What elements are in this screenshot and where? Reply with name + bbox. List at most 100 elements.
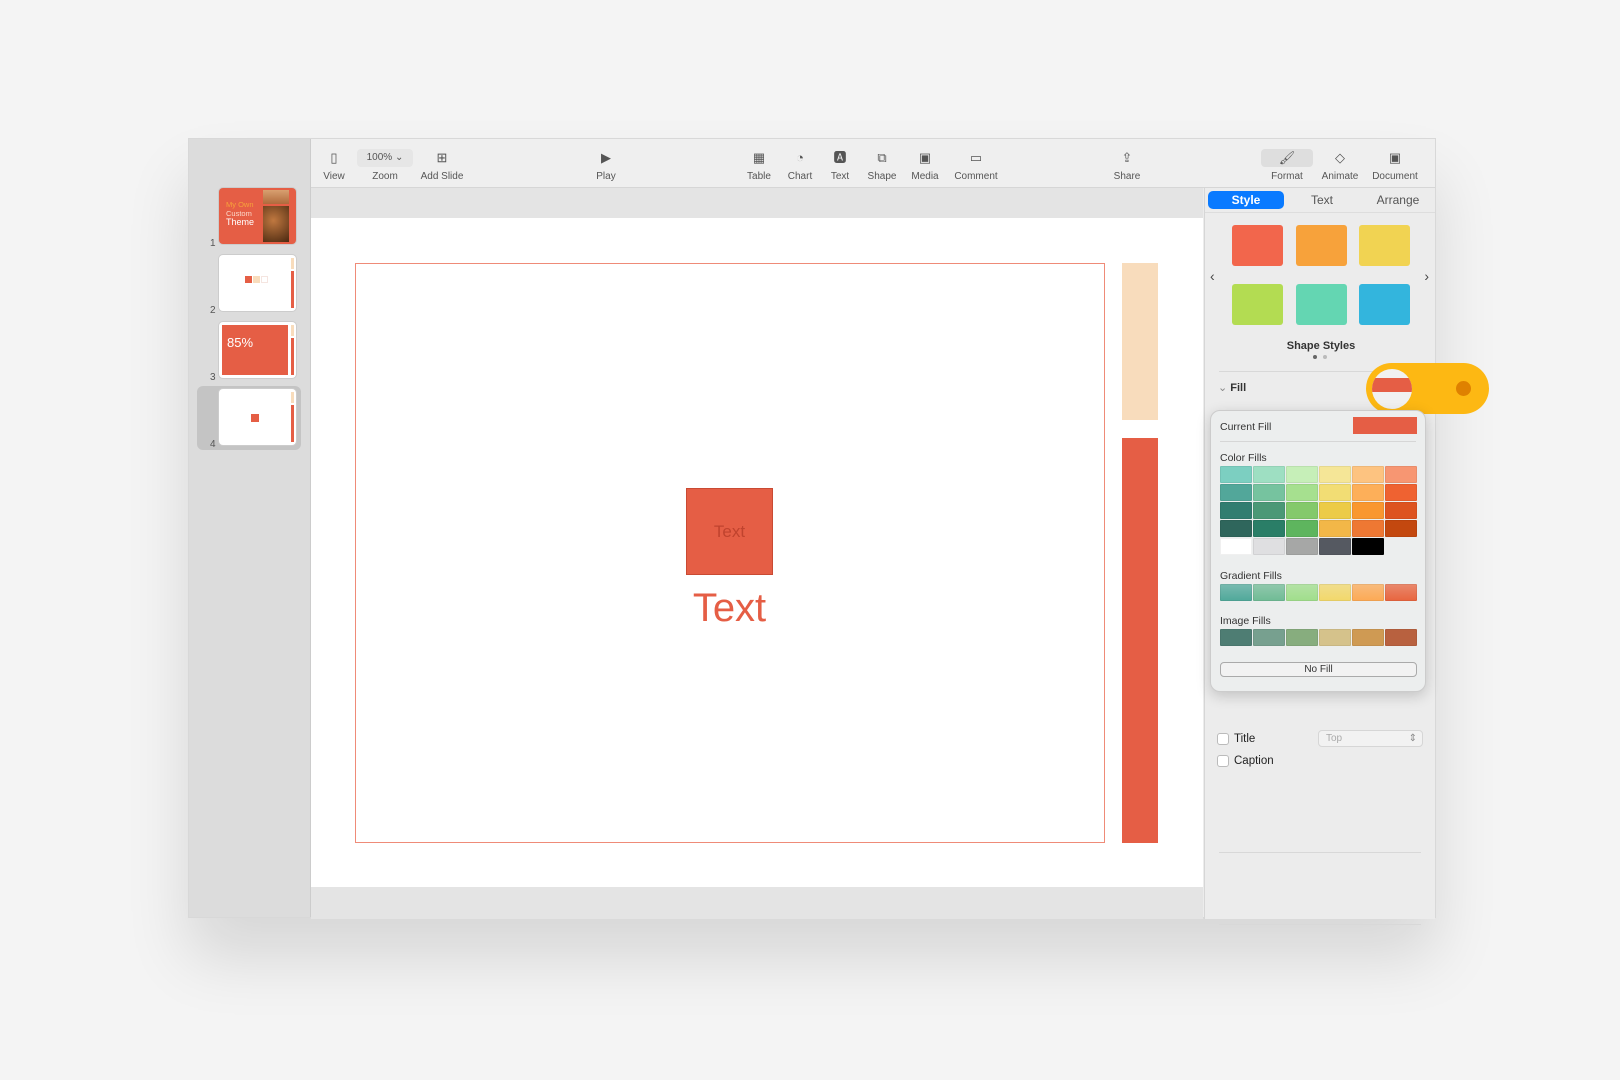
comment-button[interactable]: ▭ Comment	[951, 149, 1001, 182]
fill-swatch[interactable]	[1253, 584, 1285, 601]
add-slide-button[interactable]: ⊞ Add Slide	[417, 149, 467, 182]
zoom-menu[interactable]: 100% ⌄ Zoom	[357, 149, 413, 182]
toolbar: ▯ View 100% ⌄ Zoom ⊞ Add Slide ▶ Play ▦ Table…	[311, 139, 1435, 188]
slide[interactable]: Text Text	[311, 218, 1203, 887]
document-button[interactable]: ▣ Document	[1369, 149, 1421, 182]
view-button[interactable]: ▯ View	[319, 149, 349, 182]
slide-thumb-4-selected[interactable]: 4	[197, 386, 301, 450]
fill-swatch[interactable]	[1253, 502, 1285, 519]
shape-style-swatch[interactable]	[1296, 225, 1347, 266]
slide-number: 1	[210, 238, 216, 249]
page-dot[interactable]	[1313, 355, 1317, 359]
animate-button[interactable]: ◇ Animate	[1319, 149, 1361, 182]
current-fill-label: Current Fill	[1220, 421, 1272, 433]
title-label: Title	[1234, 733, 1256, 745]
tab-style[interactable]: Style	[1208, 191, 1284, 209]
fill-swatch[interactable]	[1352, 484, 1384, 501]
fill-swatch[interactable]	[1220, 466, 1252, 483]
fill-swatch[interactable]	[1385, 466, 1417, 483]
peach-bar	[1122, 263, 1158, 420]
fill-swatch[interactable]	[1286, 538, 1318, 555]
shape-style-swatch[interactable]	[1359, 284, 1410, 325]
add-slide-icon: ⊞	[436, 150, 448, 165]
fill-swatch[interactable]	[1352, 629, 1384, 646]
fill-swatch[interactable]	[1253, 520, 1285, 537]
fill-swatch[interactable]	[1220, 484, 1252, 501]
selected-shape[interactable]: Text	[686, 488, 773, 575]
fill-swatch[interactable]	[1319, 502, 1351, 519]
fill-swatch[interactable]	[1253, 466, 1285, 483]
image-fills-label: Image Fills	[1220, 615, 1271, 627]
slide-thumb-1[interactable]: My Own Custom Theme 1	[197, 185, 301, 249]
fill-swatch[interactable]	[1319, 520, 1351, 537]
shape-style-swatch[interactable]	[1232, 225, 1283, 266]
shape-style-swatch[interactable]	[1359, 225, 1410, 266]
table-icon: ▦	[752, 150, 766, 165]
title-position-select[interactable]: Top ⇕	[1318, 730, 1423, 747]
caption-label: Caption	[1234, 755, 1274, 767]
document-icon: ▣	[1388, 150, 1402, 165]
fill-swatch[interactable]	[1220, 584, 1252, 601]
no-fill-button[interactable]: No Fill	[1220, 662, 1417, 677]
fill-swatch[interactable]	[1319, 484, 1351, 501]
fill-disclosure[interactable]: ⌄ Fill	[1218, 381, 1246, 394]
fill-swatch[interactable]	[1319, 466, 1351, 483]
fill-swatch[interactable]	[1253, 629, 1285, 646]
tab-arrange[interactable]: Arrange	[1360, 191, 1436, 209]
shape-style-swatch[interactable]	[1296, 284, 1347, 325]
fill-swatch[interactable]	[1319, 584, 1351, 601]
fill-swatch[interactable]	[1286, 584, 1318, 601]
fill-swatch[interactable]	[1352, 502, 1384, 519]
color-fills-grid	[1220, 466, 1417, 555]
fill-swatch[interactable]	[1385, 520, 1417, 537]
current-fill-swatch	[1353, 417, 1417, 434]
chart-button[interactable]: ◔ Chart	[784, 149, 816, 182]
play-button[interactable]: ▶ Play	[591, 149, 621, 182]
shape-button[interactable]: ⧉ Shape	[865, 149, 899, 182]
fill-swatch[interactable]	[1385, 502, 1417, 519]
shape-text[interactable]: Text	[687, 489, 772, 574]
text-box-icon: 🅰	[833, 150, 847, 165]
highlight-callout	[1366, 363, 1489, 414]
table-button[interactable]: ▦ Table	[743, 149, 775, 182]
fill-swatch[interactable]	[1220, 538, 1252, 555]
fill-swatch[interactable]	[1319, 538, 1351, 555]
page-dot[interactable]	[1323, 355, 1327, 359]
fill-swatch[interactable]	[1286, 502, 1318, 519]
format-button[interactable]: 🖌 Format	[1261, 149, 1313, 182]
share-button[interactable]: ⇪ Share	[1111, 149, 1143, 182]
fill-swatch[interactable]	[1286, 520, 1318, 537]
text-button[interactable]: 🅰 Text	[825, 149, 855, 182]
title-checkbox[interactable]	[1217, 733, 1229, 745]
gradient-fills-grid	[1220, 584, 1417, 601]
fill-swatch[interactable]	[1286, 629, 1318, 646]
fill-swatch[interactable]	[1286, 466, 1318, 483]
fill-swatch[interactable]	[1253, 484, 1285, 501]
fill-swatch[interactable]	[1220, 502, 1252, 519]
slide-text[interactable]: Text	[686, 586, 773, 631]
fill-swatch[interactable]	[1220, 520, 1252, 537]
fill-swatch[interactable]	[1352, 520, 1384, 537]
media-button[interactable]: ▣ Media	[909, 149, 941, 182]
slide-thumb-3[interactable]: 85% 3	[197, 319, 301, 383]
tab-text[interactable]: Text	[1284, 191, 1360, 209]
fill-swatch[interactable]	[1352, 584, 1384, 601]
play-icon: ▶	[601, 150, 611, 165]
fill-swatch[interactable]	[1286, 484, 1318, 501]
slide-thumb-2[interactable]: 2	[197, 252, 301, 316]
fill-swatch[interactable]	[1352, 466, 1384, 483]
fill-swatch[interactable]	[1385, 584, 1417, 601]
share-icon: ⇪	[1121, 150, 1133, 165]
chevron-right-icon[interactable]: ›	[1424, 268, 1429, 284]
fill-swatch[interactable]	[1220, 629, 1252, 646]
fill-swatch[interactable]	[1319, 629, 1351, 646]
shape-style-swatch[interactable]	[1232, 284, 1283, 325]
chevron-left-icon[interactable]: ‹	[1210, 268, 1215, 284]
sidebar-icon: ▯	[330, 150, 338, 165]
fill-swatch[interactable]	[1253, 538, 1285, 555]
fill-swatch[interactable]	[1352, 538, 1384, 555]
slide-number: 4	[210, 439, 216, 450]
caption-checkbox[interactable]	[1217, 755, 1229, 767]
fill-swatch[interactable]	[1385, 629, 1417, 646]
fill-swatch[interactable]	[1385, 484, 1417, 501]
